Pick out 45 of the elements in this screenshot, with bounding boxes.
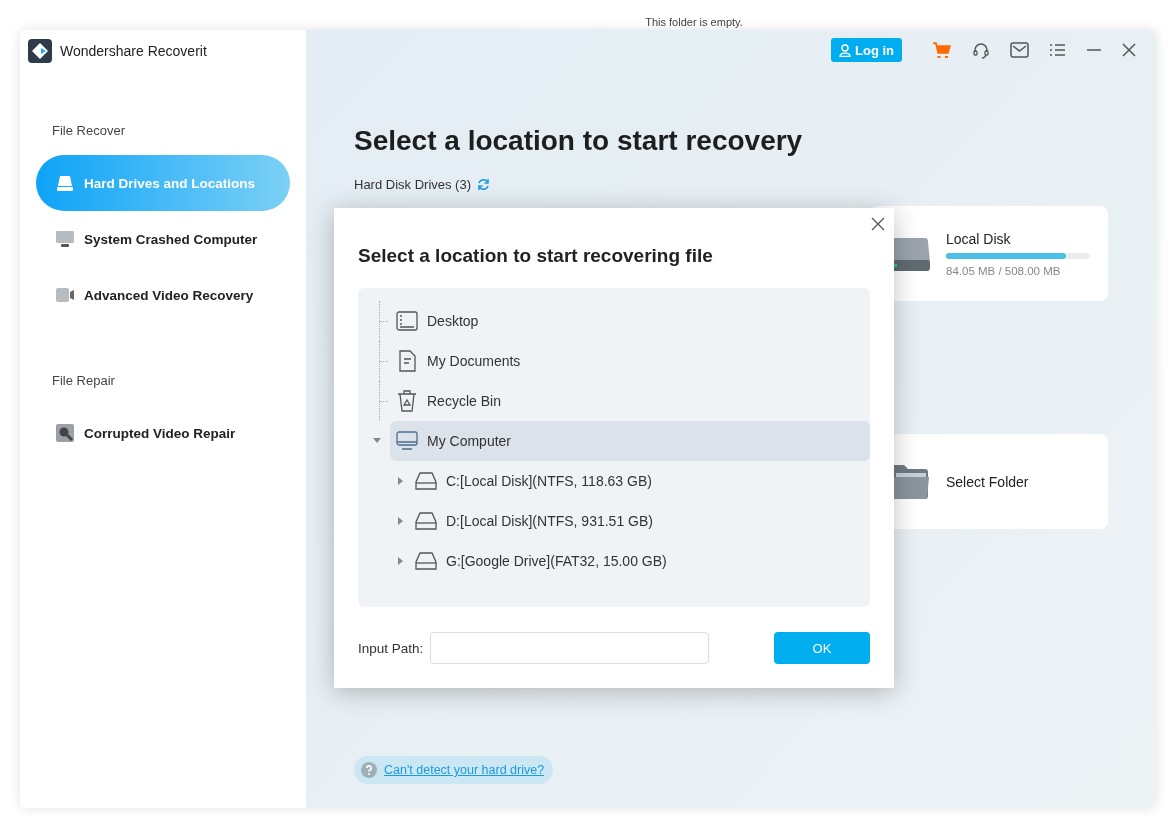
sidebar-item[interactable]: Advanced Video Recovery bbox=[36, 267, 290, 323]
menu-icon[interactable] bbox=[1049, 43, 1066, 57]
close-icon[interactable] bbox=[871, 217, 885, 231]
mail-icon[interactable] bbox=[1010, 42, 1029, 58]
tree-item[interactable]: D:[Local Disk](NTFS, 931.51 GB) bbox=[390, 501, 870, 541]
caret-right-icon[interactable] bbox=[398, 517, 403, 525]
section-heading: File Recover bbox=[51, 122, 126, 140]
headset-icon[interactable] bbox=[972, 41, 990, 59]
trash-icon bbox=[396, 390, 418, 412]
tree-item[interactable]: C:[Local Disk](NTFS, 118.63 GB) bbox=[390, 461, 870, 501]
drive-icon bbox=[415, 552, 437, 570]
dialog-title: Select a location to start recovering file bbox=[358, 244, 714, 268]
caret-right-icon[interactable] bbox=[398, 557, 403, 565]
disk-name: Local Disk bbox=[946, 230, 1012, 247]
section-heading: File Repair bbox=[51, 372, 116, 390]
path-input-field[interactable] bbox=[430, 632, 710, 664]
drive-icon bbox=[56, 174, 74, 192]
tree-item[interactable]: My Documents bbox=[390, 341, 870, 381]
drive-icon bbox=[415, 472, 437, 490]
monitor-icon bbox=[56, 230, 74, 248]
sidebar-item[interactable]: System Crashed Computer bbox=[36, 211, 290, 267]
document-icon bbox=[396, 350, 418, 372]
app-title: Wondershare Recoverit bbox=[60, 43, 207, 59]
caret-down-icon[interactable] bbox=[373, 438, 381, 443]
input-label: Input Path: bbox=[358, 640, 424, 656]
page-title: Select a location to start recovery bbox=[354, 124, 804, 158]
tree-item[interactable]: G:[Google Drive](FAT32, 15.00 GB) bbox=[390, 541, 870, 581]
refresh-icon[interactable] bbox=[477, 177, 490, 191]
user-icon bbox=[839, 43, 851, 57]
video-camera-icon bbox=[56, 286, 74, 304]
help-icon bbox=[361, 762, 377, 778]
tree-item[interactable]: Desktop bbox=[390, 301, 870, 341]
section-label: Hard Disk Drives (3) bbox=[354, 176, 471, 192]
sidebar-item[interactable]: Corrupted Video Repair bbox=[36, 405, 290, 461]
close-icon[interactable] bbox=[1122, 43, 1136, 57]
caret-right-icon[interactable] bbox=[398, 477, 403, 485]
drive-icon bbox=[415, 512, 437, 530]
folder-label: Select Folder bbox=[946, 473, 1029, 490]
desktop-icon bbox=[396, 311, 418, 331]
app-logo-icon bbox=[28, 39, 52, 63]
cart-icon[interactable] bbox=[932, 41, 952, 59]
tree-item[interactable]: Recycle Bin bbox=[390, 381, 870, 421]
disk-usage: 84.05 MB / 508.00 MB bbox=[946, 264, 1062, 277]
monitor-icon bbox=[396, 431, 418, 451]
status-message: This folder is empty. bbox=[645, 15, 743, 29]
